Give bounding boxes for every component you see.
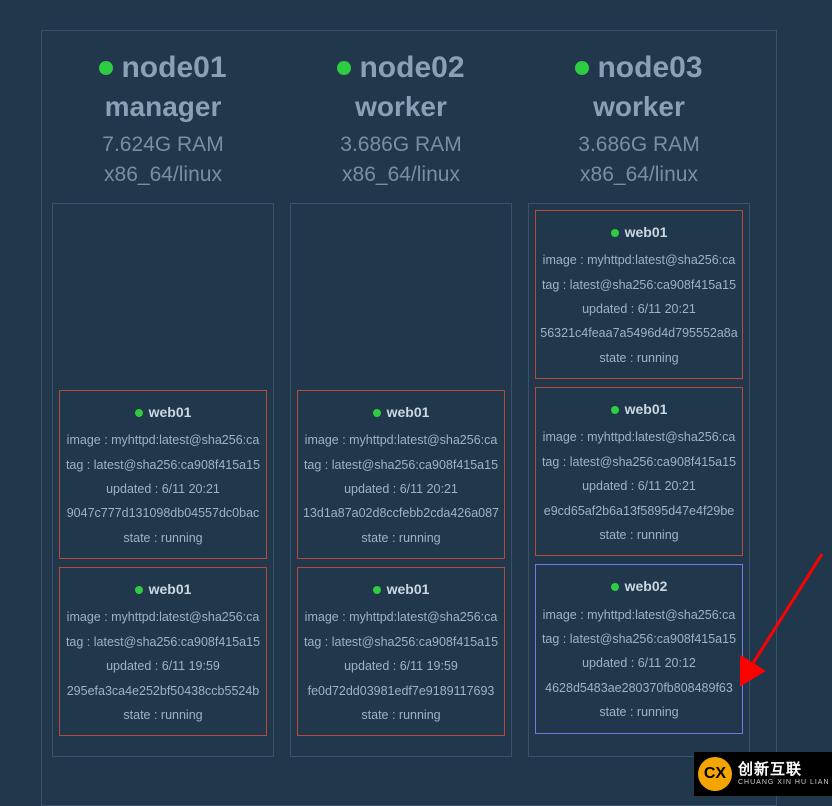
container-updated: updated : 6/11 20:21: [64, 477, 262, 501]
container-title: web02: [540, 573, 738, 600]
node-name[interactable]: node02: [337, 51, 464, 85]
container-id: fe0d72dd03981edf7e9189117693: [302, 679, 500, 703]
watermark-logo: CX: [698, 757, 732, 791]
node-arch: x86_64/linux: [575, 163, 702, 187]
container-state: state : running: [540, 346, 738, 370]
container-image: image : myhttpd:latest@sha256:ca: [540, 603, 738, 627]
node-name[interactable]: node03: [575, 51, 702, 85]
status-dot-icon: [373, 586, 381, 594]
container-image: image : myhttpd:latest@sha256:ca: [540, 425, 738, 449]
container-image: image : myhttpd:latest@sha256:ca: [64, 605, 262, 629]
container-title: web01: [302, 576, 500, 603]
node-role: worker: [337, 91, 464, 123]
status-dot-icon: [99, 61, 113, 75]
container-list: web01image : myhttpd:latest@sha256:catag…: [290, 203, 512, 757]
container-updated: updated : 6/11 19:59: [302, 654, 500, 678]
container-state: state : running: [540, 700, 738, 724]
status-dot-icon: [337, 61, 351, 75]
container-title-label: web01: [387, 576, 430, 603]
container-title: web01: [64, 399, 262, 426]
status-dot-icon: [611, 229, 619, 237]
node-header: node02 worker 3.686G RAM x86_64/linux: [337, 45, 464, 193]
container-card[interactable]: web01image : myhttpd:latest@sha256:catag…: [59, 567, 267, 736]
container-updated: updated : 6/11 19:59: [64, 654, 262, 678]
container-id: 56321c4feaa7a5496d4d795552a8a: [540, 321, 738, 345]
container-title-label: web01: [149, 399, 192, 426]
container-tag: tag : latest@sha256:ca908f415a15: [302, 630, 500, 654]
container-card[interactable]: web01image : myhttpd:latest@sha256:catag…: [297, 390, 505, 559]
node-column: node03worker3.686G RAMx86_64/linuxweb01i…: [528, 45, 750, 757]
node-arch: x86_64/linux: [337, 163, 464, 187]
container-title-label: web01: [387, 399, 430, 426]
container-id: 13d1a87a02d8ccfebb2cda426a087: [302, 501, 500, 525]
status-dot-icon: [135, 586, 143, 594]
watermark-text-zh: 创新互联: [738, 761, 830, 779]
container-title: web01: [64, 576, 262, 603]
node-column: node01 manager 7.624G RAM x86_64/linux web01…: [52, 45, 274, 757]
status-dot-icon: [373, 409, 381, 417]
container-list: web01image : myhttpd:latest@sha256:catag…: [52, 203, 274, 757]
node-name[interactable]: node01: [99, 51, 226, 85]
container-card[interactable]: web01image : myhttpd:latest@sha256:catag…: [59, 390, 267, 559]
container-image: image : myhttpd:latest@sha256:ca: [540, 248, 738, 272]
container-state: state : running: [64, 703, 262, 727]
node-ram: 3.686G RAM: [575, 133, 702, 157]
container-title-label: web02: [625, 573, 668, 600]
container-tag: tag : latest@sha256:ca908f415a15: [540, 273, 738, 297]
container-id: 295efa3ca4e252bf50438ccb5524b: [64, 679, 262, 703]
container-tag: tag : latest@sha256:ca908f415a15: [540, 627, 738, 651]
node-name-label: node03: [597, 51, 702, 85]
node-role: manager: [99, 91, 226, 123]
container-updated: updated : 6/11 20:12: [540, 651, 738, 675]
status-dot-icon: [575, 61, 589, 75]
container-title-label: web01: [149, 576, 192, 603]
container-title-label: web01: [625, 219, 668, 246]
container-state: state : running: [302, 703, 500, 727]
container-title: web01: [302, 399, 500, 426]
node-column: node02worker3.686G RAMx86_64/linuxweb01i…: [290, 45, 512, 757]
status-dot-icon: [611, 583, 619, 591]
container-tag: tag : latest@sha256:ca908f415a15: [64, 453, 262, 477]
container-state: state : running: [540, 523, 738, 547]
node-role: worker: [575, 91, 702, 123]
node-arch: x86_64/linux: [99, 163, 226, 187]
status-dot-icon: [135, 409, 143, 417]
node-header: node01 manager 7.624G RAM x86_64/linux: [99, 45, 226, 193]
container-tag: tag : latest@sha256:ca908f415a15: [64, 630, 262, 654]
container-updated: updated : 6/11 20:21: [302, 477, 500, 501]
node-columns: node01 manager 7.624G RAM x86_64/linux web01…: [42, 31, 776, 757]
container-title: web01: [540, 396, 738, 423]
node-ram: 7.624G RAM: [99, 133, 226, 157]
status-dot-icon: [611, 406, 619, 414]
node-ram: 3.686G RAM: [337, 133, 464, 157]
container-card[interactable]: web01image : myhttpd:latest@sha256:catag…: [297, 567, 505, 736]
container-card[interactable]: web02 image : myhttpd:latest@sha256:catag…: [535, 564, 743, 733]
container-card[interactable]: web01image : myhttpd:latest@sha256:catag…: [535, 387, 743, 556]
container-title-label: web01: [625, 396, 668, 423]
container-tag: tag : latest@sha256:ca908f415a15: [540, 450, 738, 474]
container-list: web01image : myhttpd:latest@sha256:catag…: [528, 203, 750, 757]
container-title: web01: [540, 219, 738, 246]
container-image: image : myhttpd:latest@sha256:ca: [302, 428, 500, 452]
node-name-label: node01: [121, 51, 226, 85]
container-updated: updated : 6/11 20:21: [540, 474, 738, 498]
container-updated: updated : 6/11 20:21: [540, 297, 738, 321]
node-name-label: node02: [359, 51, 464, 85]
container-card[interactable]: web01image : myhttpd:latest@sha256:catag…: [535, 210, 743, 379]
container-id: e9cd65af2b6a13f5895d47e4f29be: [540, 499, 738, 523]
swarm-panel: node01 manager 7.624G RAM x86_64/linux web01…: [41, 30, 777, 806]
container-tag: tag : latest@sha256:ca908f415a15: [302, 453, 500, 477]
watermark-text-pinyin: CHUANG XIN HU LIAN: [738, 779, 830, 787]
node-header: node03 worker 3.686G RAM x86_64/linux: [575, 45, 702, 193]
container-state: state : running: [64, 526, 262, 550]
container-image: image : myhttpd:latest@sha256:ca: [302, 605, 500, 629]
container-id: 9047c777d131098db04557dc0bac: [64, 501, 262, 525]
container-image: image : myhttpd:latest@sha256:ca: [64, 428, 262, 452]
container-id: 4628d5483ae280370fb808489f63: [540, 676, 738, 700]
watermark: CX 创新互联 CHUANG XIN HU LIAN: [694, 752, 832, 796]
container-state: state : running: [302, 526, 500, 550]
